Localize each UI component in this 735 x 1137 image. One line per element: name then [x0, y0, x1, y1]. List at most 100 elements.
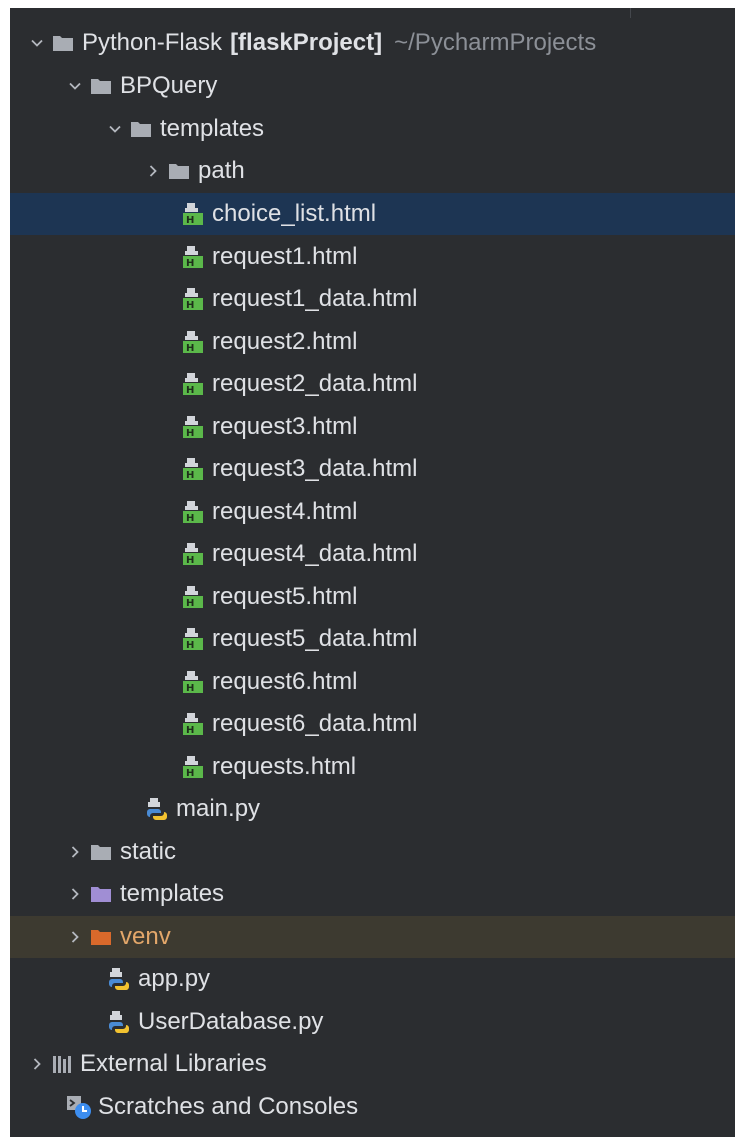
folder-label: templates: [120, 880, 225, 907]
folder-icon: [168, 159, 190, 183]
tree-node-html-file[interactable]: H request2.html: [10, 321, 735, 363]
html-file-icon: H: [182, 330, 204, 354]
file-label: app.py: [138, 965, 211, 992]
svg-text:H: H: [186, 598, 194, 609]
file-label: requests.html: [212, 753, 357, 780]
folder-label: templates: [160, 115, 265, 142]
file-label: request3_data.html: [212, 455, 418, 482]
python-file-icon: [146, 797, 168, 821]
tree-node-path[interactable]: path: [10, 150, 735, 192]
tree-node-html-file[interactable]: H request4_data.html: [10, 533, 735, 575]
templates-folder-icon: [90, 882, 112, 906]
html-file-icon: H: [182, 627, 204, 651]
tree-node-bpquery[interactable]: BPQuery: [10, 65, 735, 107]
panel-divider: [630, 8, 631, 18]
project-module: [flaskProject]: [230, 29, 383, 56]
chevron-down-icon[interactable]: [60, 65, 90, 107]
svg-text:H: H: [186, 683, 194, 694]
chevron-right-icon[interactable]: [60, 873, 90, 915]
folder-icon: [90, 74, 112, 98]
html-file-icon: H: [182, 245, 204, 269]
file-label: main.py: [176, 795, 261, 822]
file-label: request4.html: [212, 498, 358, 525]
file-label: request5.html: [212, 583, 358, 610]
html-file-icon: H: [182, 755, 204, 779]
html-file-icon: H: [182, 542, 204, 566]
file-label: request1.html: [212, 243, 358, 270]
tree-node-html-file[interactable]: H request4.html: [10, 491, 735, 533]
chevron-down-icon[interactable]: [22, 22, 52, 64]
folder-label: BPQuery: [120, 72, 218, 99]
folder-label: path: [198, 157, 245, 184]
tree-node-html-file[interactable]: H request2_data.html: [10, 363, 735, 405]
tree-node-app-py[interactable]: app.py: [10, 958, 735, 1000]
folder-label: static: [120, 838, 177, 865]
tree-node-html-file[interactable]: H request1_data.html: [10, 278, 735, 320]
folder-label: venv: [120, 923, 171, 950]
scratches-icon: [66, 1095, 92, 1119]
file-label: UserDatabase.py: [138, 1008, 324, 1035]
folder-icon: [130, 117, 152, 141]
html-file-icon: H: [182, 287, 204, 311]
project-tree-panel: Python-Flask [flaskProject] ~/PycharmPro…: [10, 8, 735, 1137]
html-file-icon: H: [182, 670, 204, 694]
tree-node-venv[interactable]: venv: [10, 916, 735, 958]
html-file-icon: H: [182, 500, 204, 524]
tree-node-html-file[interactable]: H choice_list.html: [10, 193, 735, 235]
svg-text:H: H: [186, 428, 194, 439]
tree-node-html-file[interactable]: H request5.html: [10, 576, 735, 618]
tree-node-static[interactable]: static: [10, 831, 735, 873]
html-file-icon: H: [182, 585, 204, 609]
chevron-right-icon[interactable]: [22, 1043, 52, 1085]
svg-text:H: H: [186, 300, 194, 311]
svg-text:H: H: [186, 385, 194, 396]
file-label: request1_data.html: [212, 285, 418, 312]
tree-node-html-file[interactable]: H request5_data.html: [10, 618, 735, 660]
tree-node-main-py[interactable]: main.py: [10, 788, 735, 830]
file-label: request3.html: [212, 413, 358, 440]
node-label: External Libraries: [80, 1050, 267, 1077]
file-label: request5_data.html: [212, 625, 418, 652]
tree-node-templates[interactable]: templates: [10, 873, 735, 915]
tree-node-html-file[interactable]: H request6.html: [10, 661, 735, 703]
tree-node-project-root[interactable]: Python-Flask [flaskProject] ~/PycharmPro…: [10, 22, 735, 64]
file-label: request4_data.html: [212, 540, 418, 567]
html-file-icon: H: [182, 457, 204, 481]
tree-node-templates-inner[interactable]: templates: [10, 108, 735, 150]
file-label: request2.html: [212, 328, 358, 355]
svg-text:H: H: [186, 470, 194, 481]
tree-node-external-libraries[interactable]: External Libraries: [10, 1043, 735, 1085]
excluded-folder-icon: [90, 925, 112, 949]
svg-text:H: H: [186, 725, 194, 736]
tree-node-html-file[interactable]: H request3.html: [10, 406, 735, 448]
tree-node-html-file[interactable]: H request1.html: [10, 236, 735, 278]
html-file-icon: H: [182, 372, 204, 396]
folder-icon: [90, 840, 112, 864]
svg-text:H: H: [186, 555, 194, 566]
folder-icon: [52, 31, 74, 55]
node-label: Scratches and Consoles: [98, 1093, 359, 1120]
project-name: Python-Flask: [82, 29, 223, 56]
python-file-icon: [108, 967, 130, 991]
python-file-icon: [108, 1010, 130, 1034]
chevron-right-icon[interactable]: [60, 916, 90, 958]
chevron-right-icon[interactable]: [60, 831, 90, 873]
tree-node-html-file[interactable]: H request6_data.html: [10, 703, 735, 745]
file-label: choice_list.html: [212, 200, 377, 227]
html-file-icon: H: [182, 712, 204, 736]
chevron-down-icon[interactable]: [100, 108, 130, 150]
tree-node-html-file[interactable]: H requests.html: [10, 746, 735, 788]
svg-text:H: H: [186, 215, 194, 226]
html-file-icon: H: [182, 415, 204, 439]
svg-text:H: H: [186, 768, 194, 779]
file-label: request6.html: [212, 668, 358, 695]
file-label: request2_data.html: [212, 370, 418, 397]
project-path: ~/PycharmProjects: [394, 29, 597, 56]
chevron-right-icon[interactable]: [138, 150, 168, 192]
svg-text:H: H: [186, 513, 194, 524]
html-file-icon: H: [182, 202, 204, 226]
tree-node-html-file[interactable]: H request3_data.html: [10, 448, 735, 490]
tree-node-scratches[interactable]: Scratches and Consoles: [10, 1086, 735, 1128]
tree-node-userdatabase-py[interactable]: UserDatabase.py: [10, 1001, 735, 1043]
svg-text:H: H: [186, 640, 194, 651]
